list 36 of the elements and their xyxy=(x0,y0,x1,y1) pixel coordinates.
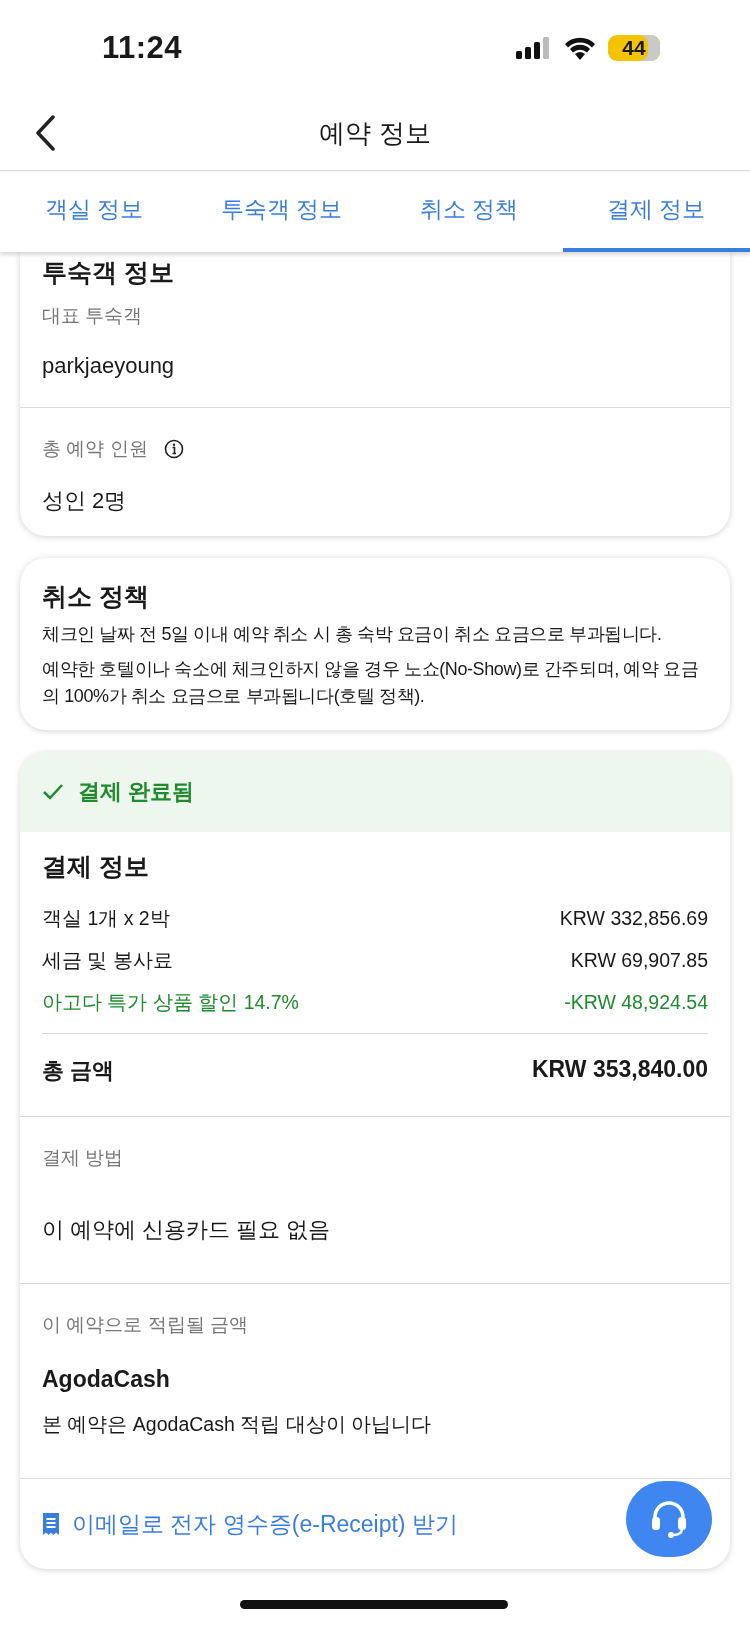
total-amount: KRW 353,840.00 xyxy=(532,1056,708,1084)
receipt-link[interactable]: 이메일로 전자 영수증(e-Receipt) 받기 xyxy=(72,1508,458,1540)
price-amount: KRW 69,907.85 xyxy=(570,948,708,972)
occupancy-value: 성인 2명 xyxy=(42,487,128,515)
info-icon[interactable] xyxy=(163,439,184,459)
check-icon xyxy=(42,783,64,801)
status-text: 결제 완료됨 xyxy=(78,778,195,806)
page-title: 예약 정보 xyxy=(319,116,431,150)
field-label: 총 예약 인원 xyxy=(42,437,148,461)
wifi-icon xyxy=(564,36,596,60)
tab[interactable]: 투숙객 정보 xyxy=(187,171,375,252)
guest-name: parkjaeyoung xyxy=(42,353,176,379)
reward-title: AgodaCash xyxy=(42,1366,171,1393)
price-label: 객실 1개 x 2박 xyxy=(42,905,170,931)
policy-text: 체크인 날짜 전 5일 이내 예약 취소 시 총 숙박 요금이 취소 요금으로 부과됩니다. xyxy=(42,623,663,646)
tab[interactable]: 객실 정보 xyxy=(0,171,188,252)
tab[interactable]: 취소 정책 xyxy=(375,171,563,252)
field-label: 이 예약으로 적립될 금액 xyxy=(42,1313,249,1337)
battery-indicator: 44 xyxy=(608,35,660,61)
section-title: 취소 정책 xyxy=(42,581,150,612)
policy-text: 예약한 호텔이나 숙소에 체크인하지 않을 경우 노쇼(No-Show)로 간주되며, 예약 요금의 100%가 취소 요금으로 부과됩니다(호텔 정책). xyxy=(42,658,700,708)
signal-icon xyxy=(516,37,552,59)
price-amount: -KRW 48,924.54 xyxy=(564,990,708,1014)
section-title: 투숙객 정보 xyxy=(42,257,175,288)
price-label: 세금 및 봉사료 xyxy=(42,947,173,973)
field-label: 대표 투숙객 xyxy=(42,304,144,328)
status-time: 11:24 xyxy=(102,30,183,66)
receipt-icon xyxy=(42,1512,60,1536)
price-label: 아고다 특가 상품 할인 14.7% xyxy=(42,989,299,1015)
payment-method: 이 예약에 신용카드 필요 없음 xyxy=(42,1216,332,1244)
price-amount: KRW 332,856.69 xyxy=(559,906,708,930)
reward-note: 본 예약은 AgodaCash 적립 대상이 아닙니다 xyxy=(42,1412,432,1437)
back-icon[interactable] xyxy=(34,115,56,151)
total-label: 총 금액 xyxy=(42,1057,115,1085)
section-title: 결제 정보 xyxy=(42,851,150,882)
field-label: 결제 방법 xyxy=(42,1146,125,1170)
